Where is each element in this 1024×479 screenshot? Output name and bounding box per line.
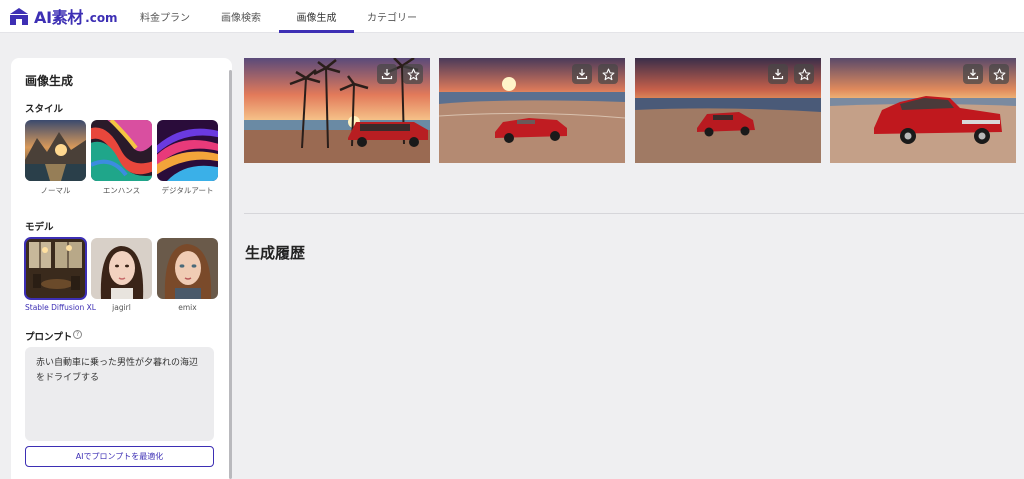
generated-image-4[interactable]: [830, 58, 1016, 163]
tab-label: カテゴリー: [367, 13, 417, 24]
generated-image-2[interactable]: [439, 58, 625, 163]
tab-pricing[interactable]: 料金プラン: [128, 0, 202, 33]
brand-name: AI素材: [34, 8, 84, 27]
download-button[interactable]: [768, 64, 788, 84]
star-icon: [602, 68, 614, 80]
model-option-sdxl[interactable]: [24, 237, 87, 300]
download-button[interactable]: [572, 64, 592, 84]
generated-image-1[interactable]: [244, 58, 430, 163]
model-label-sdxl: Stable Diffusion XL: [25, 303, 96, 312]
top-navigation-bar: AI素材 .com 料金プラン 画像検索 画像生成 カテゴリー: [0, 0, 1024, 33]
brand-suffix: .com: [85, 10, 118, 25]
style-section-label: スタイル: [25, 104, 64, 115]
history-heading: 生成履歴: [245, 244, 306, 262]
prompt-input[interactable]: 赤い自動車に乗った男性が夕暮れの海辺をドライブする: [25, 347, 214, 441]
tab-label: 料金プラン: [140, 13, 190, 24]
download-button[interactable]: [377, 64, 397, 84]
tab-categories[interactable]: カテゴリー: [355, 0, 429, 33]
star-icon: [798, 68, 810, 80]
question-circle-icon[interactable]: ?: [73, 330, 82, 339]
model-jagirl-thumbnail: [91, 238, 152, 299]
prompt-section-label: プロンプト: [25, 332, 73, 343]
download-icon: [381, 69, 393, 80]
logo-icon: [9, 7, 29, 25]
model-label-jagirl: jagirl: [112, 303, 131, 312]
model-emix-thumbnail: [157, 238, 218, 299]
style-normal-thumbnail: [25, 120, 86, 181]
model-option-jagirl[interactable]: [91, 238, 152, 299]
style-option-digital-art[interactable]: [157, 120, 218, 181]
style-label-enhance: エンハンス: [102, 186, 141, 195]
tab-image-generation[interactable]: 画像生成: [279, 0, 354, 33]
model-label-emix: emix: [178, 303, 197, 312]
favorite-button[interactable]: [989, 64, 1009, 84]
generated-image-3[interactable]: [635, 58, 821, 163]
section-divider: [244, 213, 1024, 214]
optimize-prompt-label: AIでプロンプトを最適化: [75, 452, 164, 461]
active-tab-indicator: [279, 30, 354, 33]
optimize-prompt-button[interactable]: AIでプロンプトを最適化: [25, 446, 214, 467]
star-icon: [407, 68, 419, 80]
generation-settings-panel: 画像生成 スタイル ノーマル エンハンス デジタルアート モデル Stable …: [11, 58, 232, 479]
style-label-digital-art: デジタルアート: [161, 186, 214, 195]
sidebar-scrollbar[interactable]: [229, 70, 232, 479]
tab-label: 画像検索: [221, 13, 261, 24]
download-icon: [576, 69, 588, 80]
tab-image-search[interactable]: 画像検索: [204, 0, 278, 33]
style-enhance-thumbnail: [91, 120, 152, 181]
brand-logo[interactable]: AI素材 .com: [9, 5, 118, 27]
style-option-enhance[interactable]: [91, 120, 152, 181]
star-icon: [993, 68, 1005, 80]
model-option-emix[interactable]: [157, 238, 218, 299]
panel-title: 画像生成: [25, 74, 74, 88]
download-button[interactable]: [963, 64, 983, 84]
style-label-normal: ノーマル: [40, 186, 71, 195]
favorite-button[interactable]: [598, 64, 618, 84]
favorite-button[interactable]: [403, 64, 423, 84]
model-section-label: モデル: [25, 222, 54, 233]
style-option-normal[interactable]: [25, 120, 86, 181]
model-sdxl-thumbnail: [25, 238, 86, 299]
favorite-button[interactable]: [794, 64, 814, 84]
style-digital-art-thumbnail: [157, 120, 218, 181]
download-icon: [967, 69, 979, 80]
tab-label: 画像生成: [296, 13, 337, 24]
download-icon: [772, 69, 784, 80]
